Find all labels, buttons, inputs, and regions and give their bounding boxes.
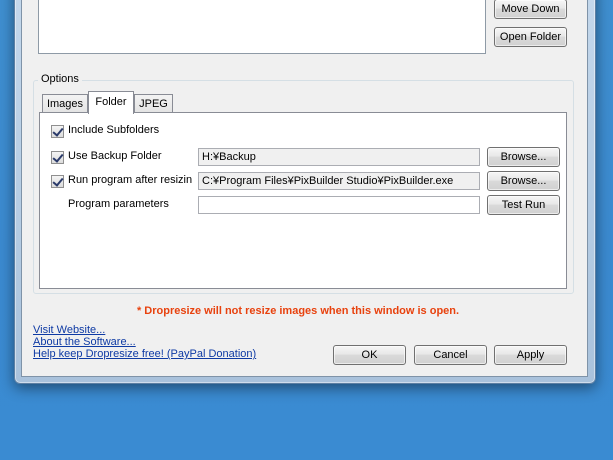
- include-subfolders-label: Include Subfolders: [68, 124, 160, 136]
- donate-link[interactable]: Help keep Dropresize free! (PayPal Donat…: [33, 348, 256, 360]
- tab-jpeg-label: JPEG: [139, 98, 168, 110]
- folder-list[interactable]: [38, 0, 486, 54]
- tab-folder[interactable]: Folder: [88, 91, 134, 114]
- tab-images-label: Images: [46, 98, 84, 110]
- about-software-link[interactable]: About the Software...: [33, 336, 136, 348]
- open-folder-button[interactable]: Open Folder: [494, 27, 567, 47]
- run-program-label: Run program after resizin: [68, 174, 193, 186]
- cancel-button[interactable]: Cancel: [414, 345, 487, 365]
- program-parameters-label: Program parameters: [68, 198, 169, 210]
- tab-folder-label: Folder: [95, 96, 127, 108]
- test-run-button[interactable]: Test Run: [487, 195, 560, 215]
- backup-folder-field[interactable]: H:¥Backup: [198, 148, 480, 166]
- tab-jpeg[interactable]: JPEG: [134, 94, 173, 114]
- browse-program-button[interactable]: Browse...: [487, 171, 560, 191]
- warning-message: * Dropresize will not resize images when…: [136, 305, 460, 317]
- tab-images[interactable]: Images: [42, 94, 88, 114]
- use-backup-folder-label: Use Backup Folder: [68, 150, 162, 162]
- options-group-label: Options: [38, 73, 82, 85]
- use-backup-folder-checkbox[interactable]: [51, 151, 64, 164]
- ok-button[interactable]: OK: [333, 345, 406, 365]
- visit-website-link[interactable]: Visit Website...: [33, 324, 105, 336]
- move-down-button[interactable]: Move Down: [494, 0, 567, 19]
- program-parameters-field[interactable]: [198, 196, 480, 214]
- browse-backup-button[interactable]: Browse...: [487, 147, 560, 167]
- include-subfolders-checkbox[interactable]: [51, 125, 64, 138]
- run-program-checkbox[interactable]: [51, 175, 64, 188]
- program-path-field[interactable]: C:¥Program Files¥PixBuilder Studio¥PixBu…: [198, 172, 480, 190]
- apply-button[interactable]: Apply: [494, 345, 567, 365]
